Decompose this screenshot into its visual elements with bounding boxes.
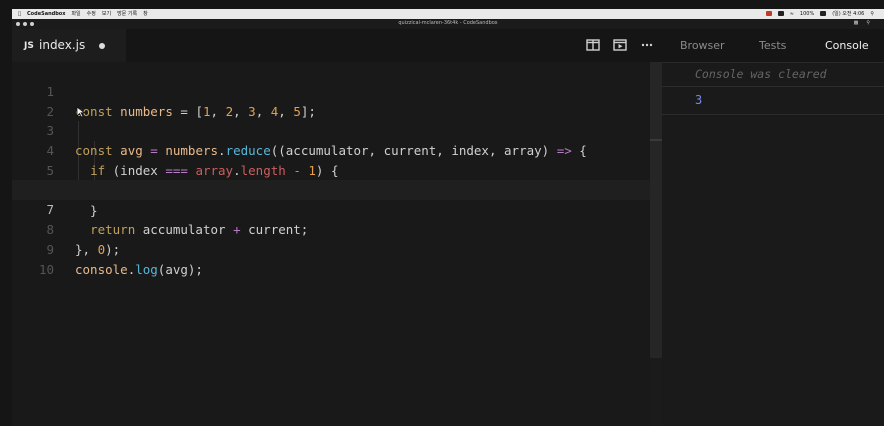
window-title: quizzical-mclaren-36t4k - CodeSandbox: [398, 20, 498, 26]
preview-panel: Browser Tests Console Console was cleare…: [662, 29, 884, 426]
apple-icon[interactable]: : [18, 11, 21, 17]
console-separator: [662, 114, 884, 115]
unsaved-dot-icon[interactable]: [99, 43, 105, 49]
status-icon[interactable]: [777, 11, 784, 16]
code-line[interactable]: 10: [12, 240, 650, 277]
code-line-active[interactable]: 7 return accumulator + current;: [12, 180, 650, 237]
code-line[interactable]: 6 }: [12, 161, 650, 218]
js-file-icon: JS: [24, 41, 34, 51]
menu-item-window[interactable]: 창: [143, 10, 148, 17]
tab-console[interactable]: Console: [825, 39, 869, 52]
code-line[interactable]: 5 return (accumulator + current) / array…: [12, 141, 650, 198]
code-line[interactable]: 2: [12, 82, 650, 119]
menu-clock[interactable]: (일) 오전 4:06: [832, 10, 864, 17]
code-line[interactable]: 9 console.log(avg);: [12, 220, 650, 277]
console-cleared-message: Console was cleared: [695, 67, 827, 81]
file-tab-index-js[interactable]: JS index.js: [12, 29, 126, 62]
menu-item-file[interactable]: 파일: [71, 10, 80, 17]
editor-scrollbar-thumb[interactable]: [650, 62, 662, 358]
editor-tab-bar: JS index.js: [12, 29, 662, 62]
menu-item-history[interactable]: 방문 기록: [117, 10, 137, 17]
console-output-value: 3: [695, 93, 703, 107]
menu-item-view[interactable]: 보기: [102, 10, 111, 17]
file-tab-label: index.js: [39, 38, 86, 52]
line-number: 10: [38, 262, 54, 277]
menu-bar:  CodeSandbox 파일 수정 보기 방문 기록 창 ≈ 100% (일…: [12, 9, 884, 19]
record-icon[interactable]: [765, 11, 772, 16]
mouse-cursor-icon: [76, 106, 86, 118]
window-search-icon[interactable]: ⚲: [866, 20, 870, 26]
code-line[interactable]: 8 }, 0);: [12, 200, 650, 257]
window-title-bar: quizzical-mclaren-36t4k - CodeSandbox ▩ …: [12, 19, 884, 29]
battery-percent: 100%: [799, 10, 815, 17]
code-line[interactable]: 4 if (index === array.length - 1) {: [12, 121, 650, 178]
more-icon[interactable]: [640, 39, 654, 51]
console-separator: [662, 86, 884, 87]
extension-icon[interactable]: ▩: [854, 20, 859, 26]
menu-app-name[interactable]: CodeSandbox: [27, 11, 65, 17]
panel-divider: [662, 62, 884, 63]
menu-item-edit[interactable]: 수정: [87, 10, 96, 17]
scrollbar-marker: [650, 139, 662, 141]
code-line[interactable]: 3 const avg = numbers.reduce((accumulato…: [12, 101, 650, 158]
panel-tab-bar: Browser Tests Console: [662, 29, 884, 62]
code-line[interactable]: 1 const numbers = [1, 2, 3, 4, 5];: [12, 62, 650, 119]
tab-browser[interactable]: Browser: [680, 39, 725, 52]
code-area[interactable]: 1 const numbers = [1, 2, 3, 4, 5]; 2 3 c…: [12, 62, 650, 426]
search-icon[interactable]: ⚲: [870, 11, 874, 17]
code-editor: JS index.js 1 const numbers = [1, 2, 3, …: [12, 29, 662, 426]
split-view-icon[interactable]: [586, 39, 600, 51]
wifi-icon[interactable]: ≈: [790, 11, 794, 17]
code-line-text: console.log(avg);: [75, 262, 203, 277]
preview-icon[interactable]: [613, 39, 627, 51]
battery-icon[interactable]: [820, 11, 827, 16]
tab-tests[interactable]: Tests: [759, 39, 786, 52]
